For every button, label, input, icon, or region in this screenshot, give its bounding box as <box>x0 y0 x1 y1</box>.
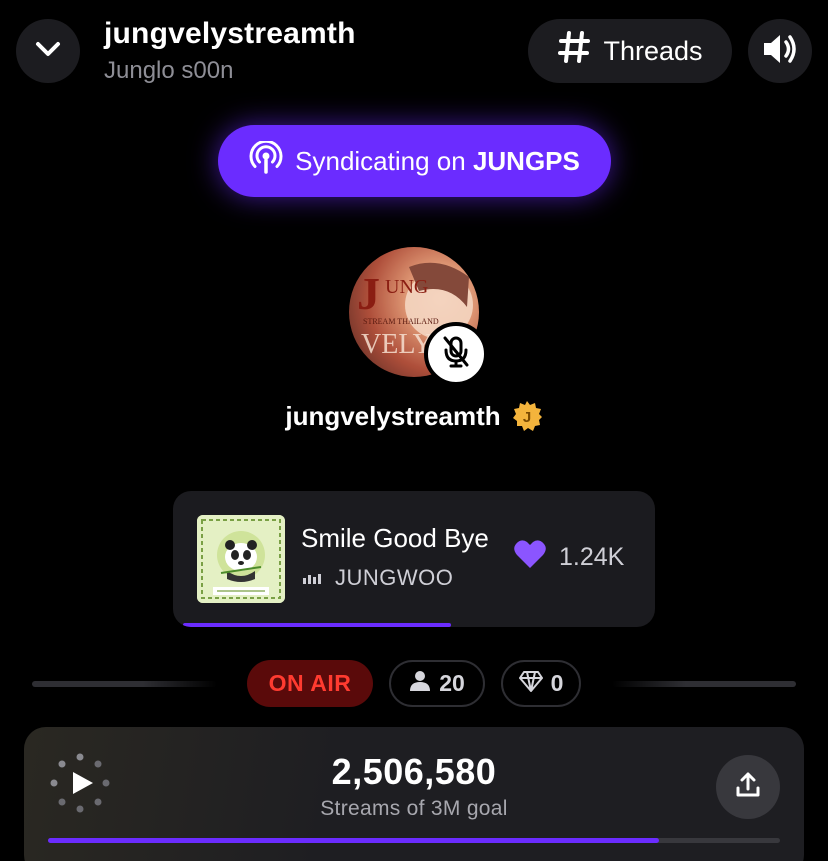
room-title: jungvelystreamth <box>104 17 356 50</box>
verified-badge-icon: J <box>511 400 543 432</box>
streams-goal-card: 2,506,580 Streams of 3M goal <box>24 727 804 861</box>
host-name: jungvelystreamth <box>285 400 501 431</box>
song-title: Smile Good Bye <box>301 523 489 553</box>
divider-left <box>32 681 217 687</box>
host-name-row[interactable]: jungvelystreamth J <box>0 400 828 432</box>
heart-icon <box>513 539 547 576</box>
divider-right <box>612 681 796 687</box>
syndication-prefix: Syndicating on <box>295 145 466 176</box>
song-artist-row: JUNGWOO <box>303 565 453 591</box>
muted-indicator <box>424 322 488 386</box>
gems-pill[interactable]: 0 <box>501 660 581 707</box>
hash-icon <box>557 30 591 73</box>
avatar-logo-line2: STREAM THAILAND <box>363 317 439 326</box>
goal-progress-track <box>48 838 780 843</box>
now-playing-card[interactable]: Smile Good Bye JUNGWOO 1.24K <box>173 491 655 627</box>
room-header: jungvelystreamth Junglo s00n <box>104 14 356 88</box>
syndication-target: JUNGPS <box>472 145 580 176</box>
album-art <box>197 515 285 603</box>
syndication-button[interactable]: Syndicating on JUNGPS <box>218 125 611 197</box>
avatar-logo-letter: J <box>357 268 380 319</box>
equalizer-icon <box>303 572 321 584</box>
like-count: 1.24K <box>559 543 625 571</box>
room-subtitle: Junglo s00n <box>104 57 234 84</box>
threads-button[interactable]: Threads <box>528 19 732 83</box>
goal-progress-fill <box>48 838 660 843</box>
mic-off-icon <box>441 335 471 374</box>
share-button[interactable] <box>716 755 780 819</box>
avatar-logo-line3: VELY <box>361 329 433 360</box>
chevron-down-icon <box>35 41 61 62</box>
diamond-icon <box>518 670 543 698</box>
person-icon <box>409 670 431 698</box>
song-progress-bar <box>183 623 451 627</box>
on-air-badge: ON AIR <box>247 660 373 707</box>
volume-icon <box>761 32 799 71</box>
listeners-pill[interactable]: 20 <box>389 660 485 707</box>
collapse-button[interactable] <box>16 19 80 83</box>
avatar-logo-line1: UNG <box>385 276 428 298</box>
syndication-label: Syndicating on JUNGPS <box>295 146 580 177</box>
listener-count: 20 <box>439 670 465 696</box>
volume-button[interactable] <box>748 19 812 83</box>
like-button[interactable]: 1.24K <box>513 539 624 576</box>
song-artist: JUNGWOO <box>335 565 454 590</box>
share-icon <box>734 771 762 804</box>
badge-letter: J <box>522 409 530 426</box>
gem-count: 0 <box>550 670 564 696</box>
stream-count: 2,506,580 <box>331 751 497 792</box>
broadcast-icon <box>249 139 283 182</box>
stream-goal-label: Streams of 3M goal <box>320 797 508 820</box>
threads-label: Threads <box>603 35 703 66</box>
